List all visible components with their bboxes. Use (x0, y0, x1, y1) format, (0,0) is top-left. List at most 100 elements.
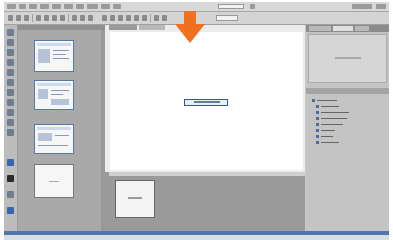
layer-row[interactable] (312, 99, 372, 102)
toolbar-button[interactable] (134, 15, 139, 21)
window-controls[interactable] (376, 4, 386, 9)
menu-item-1[interactable] (7, 4, 16, 9)
menu-item-8[interactable] (87, 4, 98, 9)
zoom-field[interactable] (216, 15, 238, 21)
thumbnail-line (49, 181, 59, 182)
thumbnail-line (51, 90, 69, 91)
tool-icon[interactable] (7, 79, 14, 86)
thumbnail-header (37, 127, 71, 130)
filmstrip-thumbnail[interactable] (115, 180, 155, 218)
layer-icon (316, 135, 319, 138)
toolbar-separator (32, 14, 33, 22)
document-tab[interactable] (139, 25, 165, 30)
document-tab[interactable] (109, 25, 137, 30)
tool-icon[interactable] (7, 119, 14, 126)
panel-tab[interactable] (309, 26, 331, 31)
thumbnail-block (38, 133, 52, 141)
selected-text-box[interactable] (184, 99, 228, 106)
toolbar-button[interactable] (8, 15, 13, 21)
thumbnail-header (37, 43, 71, 46)
pointer-arrow-icon (175, 11, 205, 43)
properties-panel (306, 25, 389, 231)
toolbar-button[interactable] (126, 15, 131, 21)
tool-icon[interactable] (7, 59, 14, 66)
horizontal-scrollbar[interactable] (109, 172, 305, 176)
pages-panel (18, 25, 105, 231)
tool-icon[interactable] (7, 191, 14, 198)
tool-icon[interactable] (7, 207, 14, 214)
tool-icon[interactable] (7, 69, 14, 76)
tool-icon[interactable] (7, 89, 14, 96)
toolbar-button[interactable] (72, 15, 77, 21)
toolbar-button[interactable] (80, 15, 85, 21)
toolbar-button[interactable] (88, 15, 93, 21)
thumbnail-line (51, 94, 63, 95)
toolbar-button[interactable] (102, 15, 107, 21)
layers-header (306, 88, 389, 94)
page-thumbnail[interactable] (34, 40, 74, 72)
workspace-switcher[interactable] (218, 4, 244, 9)
layer-icon (316, 123, 319, 126)
page-thumbnail[interactable] (34, 80, 74, 110)
layer-row[interactable] (316, 129, 376, 132)
toolbar-button[interactable] (162, 15, 167, 21)
toolbar-button[interactable] (154, 15, 159, 21)
menu-item-4[interactable] (40, 4, 49, 9)
toolbar-button[interactable] (142, 15, 147, 21)
layer-row[interactable] (316, 135, 376, 138)
workspace-menu[interactable] (352, 4, 372, 9)
layer-row[interactable] (316, 111, 376, 114)
menu-item-9[interactable] (101, 4, 110, 9)
toolbar-button[interactable] (36, 15, 41, 21)
panel-tab[interactable] (333, 26, 353, 31)
toolbar-separator (68, 14, 69, 22)
layer-row[interactable] (316, 117, 376, 120)
menu-item-6[interactable] (64, 4, 73, 9)
thumbnail-line (53, 58, 69, 59)
menu-item-7[interactable] (76, 4, 84, 9)
select-tool-icon[interactable] (7, 29, 14, 36)
cursor-mode-indicator[interactable] (250, 4, 255, 9)
layer-icon (316, 117, 319, 120)
tool-icon[interactable] (7, 129, 14, 136)
toolbar-button[interactable] (24, 15, 29, 21)
thumbnail-line (53, 54, 66, 55)
layer-icon (316, 141, 319, 144)
pages-panel-header (18, 25, 105, 30)
menu-item-3[interactable] (29, 4, 37, 9)
layer-icon (312, 99, 315, 102)
stroke-color-icon[interactable] (7, 175, 14, 182)
thumbnail-block (38, 49, 50, 63)
panel-tab-bar (306, 25, 389, 32)
layer-row[interactable] (316, 141, 376, 144)
layer-icon (316, 129, 319, 132)
toolbar-button[interactable] (52, 15, 57, 21)
layer-row[interactable] (316, 105, 376, 108)
taskbar-strip (4, 235, 389, 240)
tool-icon[interactable] (7, 109, 14, 116)
tool-icon[interactable] (7, 39, 14, 46)
menu-item-10[interactable] (113, 4, 121, 9)
toolbar-button[interactable] (118, 15, 123, 21)
layer-row[interactable] (316, 123, 376, 126)
tools-panel (4, 25, 18, 231)
toolbar-button[interactable] (16, 15, 21, 21)
page-thumbnail[interactable] (34, 164, 74, 198)
text-box-label (194, 101, 220, 103)
toolbar-button[interactable] (44, 15, 49, 21)
fill-color-icon[interactable] (7, 159, 14, 166)
menu-item-2[interactable] (19, 4, 26, 9)
menu-item-5[interactable] (52, 4, 61, 9)
thumbnail-block (51, 99, 69, 105)
layer-icon (316, 105, 319, 108)
toolbar-button[interactable] (60, 15, 65, 21)
toolbar-button[interactable] (110, 15, 115, 21)
panel-tab[interactable] (355, 26, 369, 31)
page-thumbnail[interactable] (34, 124, 74, 154)
toolbar-separator (150, 14, 151, 22)
thumbnail-line (55, 135, 69, 136)
page-canvas[interactable] (110, 32, 303, 170)
filmstrip-panel (105, 172, 305, 231)
tool-icon[interactable] (7, 49, 14, 56)
tool-icon[interactable] (7, 99, 14, 106)
